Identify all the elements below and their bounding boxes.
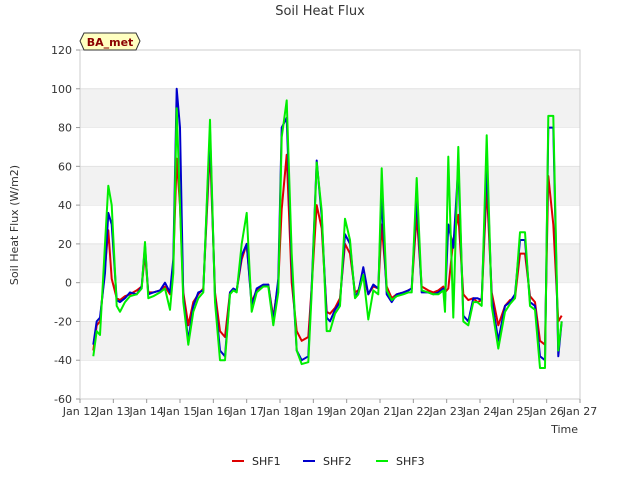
x-tick-label: Jan 23	[428, 405, 463, 418]
chart-title: Soil Heat Flux	[275, 4, 365, 19]
series-line-shf2	[92, 87, 563, 362]
x-tick-label: Jan 18	[262, 405, 297, 418]
legend-label-shf1: SHF1	[252, 455, 281, 468]
x-tick-label: Jan 17	[228, 405, 263, 418]
x-axis-label: Time	[550, 423, 578, 436]
grid-band	[80, 166, 580, 206]
x-tick-label: Jan 26	[528, 405, 563, 418]
x-tick-label: Jan 13	[95, 405, 130, 418]
x-tick-label: Jan 25	[495, 405, 530, 418]
x-tick-label: Jan 15	[162, 405, 197, 418]
legend-label-shf3: SHF3	[396, 455, 425, 468]
x-tick-label: Jan 19	[295, 405, 330, 418]
x-tick-label: Jan 27	[562, 405, 597, 418]
legend: SHF1 SHF2 SHF3	[232, 455, 425, 468]
y-axis: -60-40-20020406080100120	[51, 44, 80, 406]
x-axis: Jan 12Jan 13Jan 14Jan 15Jan 16Jan 17Jan …	[62, 399, 597, 418]
x-tick-label: Jan 24	[462, 405, 497, 418]
y-tick-label: 100	[51, 83, 72, 96]
x-tick-label: Jan 20	[328, 405, 363, 418]
grid-band	[80, 243, 580, 283]
soil-heat-flux-chart: Soil Heat Flux -60-40-20020406080100120 …	[8, 4, 597, 468]
x-tick-label: Jan 21	[362, 405, 397, 418]
station-badge-text: BA_met	[87, 36, 134, 49]
x-tick-label: Jan 16	[195, 405, 230, 418]
y-axis-label: Soil Heat Flux (W/m2)	[8, 165, 21, 285]
y-tick-label: 0	[65, 277, 72, 290]
y-tick-label: -40	[54, 354, 72, 367]
y-tick-label: 20	[58, 238, 72, 251]
grid-band	[80, 88, 580, 128]
x-tick-label: Jan 12	[62, 405, 97, 418]
y-tick-label: -20	[54, 315, 72, 328]
grid-band	[80, 321, 580, 361]
y-tick-label: 80	[58, 122, 72, 135]
y-tick-label: 40	[58, 199, 72, 212]
legend-label-shf2: SHF2	[323, 455, 352, 468]
y-tick-label: 120	[51, 44, 72, 57]
station-badge: BA_met	[79, 32, 141, 51]
x-tick-label: Jan 14	[128, 405, 163, 418]
x-tick-label: Jan 22	[395, 405, 430, 418]
y-tick-label: 60	[58, 160, 72, 173]
